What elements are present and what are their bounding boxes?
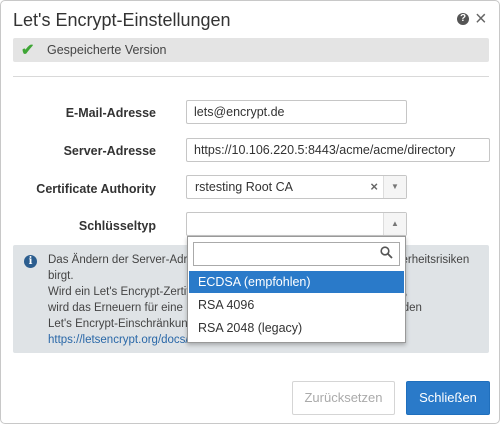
clear-icon[interactable]: × [370,179,378,194]
option-ecdsa[interactable]: ECDSA (empfohlen) [189,271,404,293]
question-icon[interactable]: ? [457,13,469,25]
dropdown-search-input[interactable] [193,242,400,266]
server-label: Server-Adresse [63,144,156,158]
dialog-title: Let's Encrypt-Einstellungen [13,10,231,30]
info-icon: i [24,255,37,268]
server-address-field[interactable] [186,138,490,162]
close-icon[interactable]: × [475,7,487,31]
chevron-down-icon[interactable]: ▼ [383,176,406,198]
keytype-dropdown: ECDSA (empfohlen) RSA 4096 RSA 2048 (leg… [187,236,406,343]
ca-label: Certificate Authority [36,182,156,196]
chevron-up-icon[interactable]: ▲ [383,213,406,235]
keytype-label: Schlüsseltyp [78,219,156,233]
close-button[interactable]: Schließen [406,381,490,415]
divider [13,76,489,77]
search-icon [380,246,393,262]
email-field[interactable] [186,100,407,124]
lets-encrypt-dialog: Let's Encrypt-Einstellungen ? × ✔ Gespei… [0,0,500,424]
check-icon: ✔ [21,42,35,59]
reset-button[interactable]: Zurücksetzen [292,381,395,415]
option-rsa-4096[interactable]: RSA 4096 [189,294,404,316]
keytype-select[interactable]: ▲ [186,212,407,236]
ca-select[interactable]: rstesting Root CA × ▼ [186,175,407,199]
saved-version-banner: ✔ Gespeicherte Version [13,38,489,62]
option-rsa-2048[interactable]: RSA 2048 (legacy) [189,317,404,339]
saved-version-text: Gespeicherte Version [47,43,167,57]
email-label: E-Mail-Adresse [65,106,156,120]
ca-select-value: rstesting Root CA [195,180,293,194]
